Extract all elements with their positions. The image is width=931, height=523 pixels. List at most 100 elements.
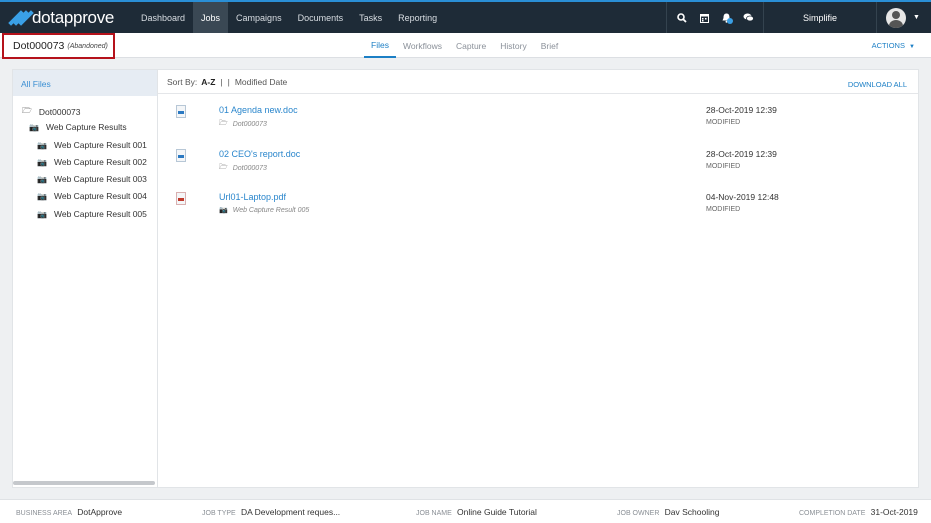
footer-job-type: JOB TYPE DA Development reques... xyxy=(202,507,340,517)
sort-modified-date[interactable]: Modified Date xyxy=(235,77,287,87)
caret-down-icon: ▼ xyxy=(909,44,915,50)
file-status: MODIFIED xyxy=(706,119,741,126)
footer-value: Online Guide Tutorial xyxy=(457,507,537,517)
camera-icon: 📷 xyxy=(37,209,47,219)
nav-tasks[interactable]: Tasks xyxy=(351,2,390,33)
camera-icon: 📷 xyxy=(37,174,47,184)
tree-item-label: Web Capture Result 003 xyxy=(53,174,147,184)
footer-business-area: BUSINESS AREA DotApprove xyxy=(16,507,122,517)
tree-item-folder[interactable]: 🗁 Dot000073 xyxy=(22,105,81,119)
tree-item-label: Web Capture Result 002 xyxy=(53,157,147,167)
tree-item-capture-004[interactable]: 📷 Web Capture Result 004 xyxy=(37,191,147,201)
chat-icon[interactable] xyxy=(737,2,759,33)
nav-reporting[interactable]: Reporting xyxy=(390,2,445,33)
tab-history[interactable]: History xyxy=(493,33,533,58)
notification-badge xyxy=(727,18,733,24)
tree-item-label: Web Capture Result 005 xyxy=(53,209,147,219)
all-files-link[interactable]: All Files xyxy=(13,70,157,96)
files-panel: Sort By: A-Z | | Modified Date DOWNLOAD … xyxy=(158,69,919,488)
tab-brief[interactable]: Brief xyxy=(534,33,565,58)
nav-dashboard[interactable]: Dashboard xyxy=(133,2,193,33)
tab-workflows[interactable]: Workflows xyxy=(396,33,449,58)
file-date: 04-Nov-2019 12:48 xyxy=(706,192,779,202)
file-location-label: Web Capture Result 005 xyxy=(232,206,310,214)
footer-label: BUSINESS AREA xyxy=(16,510,73,517)
footer-job-owner: JOB OWNER Dav Schooling xyxy=(617,507,719,517)
footer-value: 31-Oct-2019 xyxy=(870,507,918,517)
tree-item-web-capture-results[interactable]: 📷 Web Capture Results xyxy=(29,122,127,132)
sort-bar: Sort By: A-Z | | Modified Date xyxy=(158,70,918,94)
footer-value: DA Development reques... xyxy=(240,507,341,517)
file-row[interactable]: 02 CEO's report.doc 🗁 Dot000073 28-Oct-2… xyxy=(158,147,918,187)
tab-files[interactable]: Files xyxy=(364,33,396,58)
camera-icon: 📷 xyxy=(37,157,47,167)
company-name[interactable]: Simplifie xyxy=(803,2,837,33)
footer-label: JOB NAME xyxy=(416,510,452,517)
camera-icon: 📷 xyxy=(29,122,39,132)
job-title: Dot000073 (Abandoned) xyxy=(2,33,115,59)
job-info-footer: BUSINESS AREA DotApprove JOB TYPE DA Dev… xyxy=(0,499,931,523)
camera-icon: 📷 xyxy=(37,140,47,150)
file-row[interactable]: Url01-Laptop.pdf 📷 Web Capture Result 00… xyxy=(158,190,918,230)
camera-icon: 📷 xyxy=(219,207,228,214)
tree-item-capture-003[interactable]: 📷 Web Capture Result 003 xyxy=(37,174,147,184)
file-location: 📷 Web Capture Result 005 xyxy=(219,206,310,215)
job-id: Dot000073 xyxy=(13,40,65,52)
job-header: Dot000073 (Abandoned) Files Workflows Ca… xyxy=(0,33,931,59)
file-date: 28-Oct-2019 12:39 xyxy=(706,149,777,159)
tree-item-capture-001[interactable]: 📷 Web Capture Result 001 xyxy=(37,140,147,150)
footer-label: JOB TYPE xyxy=(202,510,236,517)
nav-campaigns[interactable]: Campaigns xyxy=(228,2,290,33)
file-name-link[interactable]: Url01-Laptop.pdf xyxy=(219,192,286,202)
search-icon[interactable] xyxy=(671,2,693,33)
download-all-button[interactable]: DOWNLOAD ALL xyxy=(848,80,907,89)
tree-item-label: Web Capture Result 004 xyxy=(53,191,147,201)
file-row[interactable]: 01 Agenda new.doc 🗁 Dot000073 28-Oct-201… xyxy=(158,103,918,143)
main-nav: Dashboard Jobs Campaigns Documents Tasks… xyxy=(133,2,445,33)
file-name-link[interactable]: 02 CEO's report.doc xyxy=(219,149,300,159)
nav-documents[interactable]: Documents xyxy=(290,2,352,33)
pdf-file-icon xyxy=(176,192,186,205)
file-name-link[interactable]: 01 Agenda new.doc xyxy=(219,105,298,115)
top-icon-group xyxy=(666,2,764,33)
folder-open-icon: 🗁 xyxy=(219,120,228,127)
file-status: MODIFIED xyxy=(706,163,741,170)
file-location-label: Dot000073 xyxy=(232,121,267,128)
bell-icon[interactable] xyxy=(715,2,737,33)
file-location: 🗁 Dot000073 xyxy=(219,119,267,130)
actions-dropdown[interactable]: ACTIONS ▼ xyxy=(872,41,915,50)
footer-label: COMPLETION DATE xyxy=(799,510,866,517)
file-status: MODIFIED xyxy=(706,206,741,213)
file-location: 🗁 Dot000073 xyxy=(219,163,267,174)
sort-separator: | xyxy=(227,76,230,87)
nav-jobs[interactable]: Jobs xyxy=(193,2,229,33)
sort-label: Sort By: xyxy=(167,76,198,87)
calendar-icon[interactable] xyxy=(693,2,715,33)
tab-capture[interactable]: Capture xyxy=(449,33,493,58)
sort-separator: | xyxy=(220,76,223,87)
caret-down-icon[interactable]: ▼ xyxy=(913,14,920,21)
doc-file-icon xyxy=(176,149,186,162)
camera-icon: 📷 xyxy=(37,191,47,201)
job-status: (Abandoned) xyxy=(67,42,108,50)
tree-item-capture-005[interactable]: 📷 Web Capture Result 005 xyxy=(37,209,147,219)
brand-logo[interactable]: dotapprove xyxy=(8,7,124,28)
top-navbar: dotapprove Dashboard Jobs Campaigns Docu… xyxy=(0,0,931,33)
footer-label: JOB OWNER xyxy=(617,510,660,517)
footer-job-name: JOB NAME Online Guide Tutorial xyxy=(416,507,537,517)
brand-name: dotapprove xyxy=(32,7,115,27)
file-date: 28-Oct-2019 12:39 xyxy=(706,105,777,115)
tree-item-label: Web Capture Results xyxy=(45,122,127,132)
file-location-label: Dot000073 xyxy=(232,165,267,172)
tree-item-label: Dot000073 xyxy=(38,107,81,117)
footer-value: Dav Schooling xyxy=(664,507,720,517)
actions-label: ACTIONS xyxy=(871,41,905,50)
horizontal-scrollbar[interactable] xyxy=(13,481,155,485)
sort-a-z[interactable]: A-Z xyxy=(201,77,215,87)
tree-item-capture-002[interactable]: 📷 Web Capture Result 002 xyxy=(37,157,147,167)
user-menu[interactable]: ▼ xyxy=(876,2,931,33)
avatar[interactable] xyxy=(886,7,906,28)
folder-tree-panel: All Files 🗁 Dot000073 📷 Web Capture Resu… xyxy=(12,69,158,488)
folder-open-icon: 🗁 xyxy=(219,164,228,171)
footer-value: DotApprove xyxy=(77,507,123,517)
